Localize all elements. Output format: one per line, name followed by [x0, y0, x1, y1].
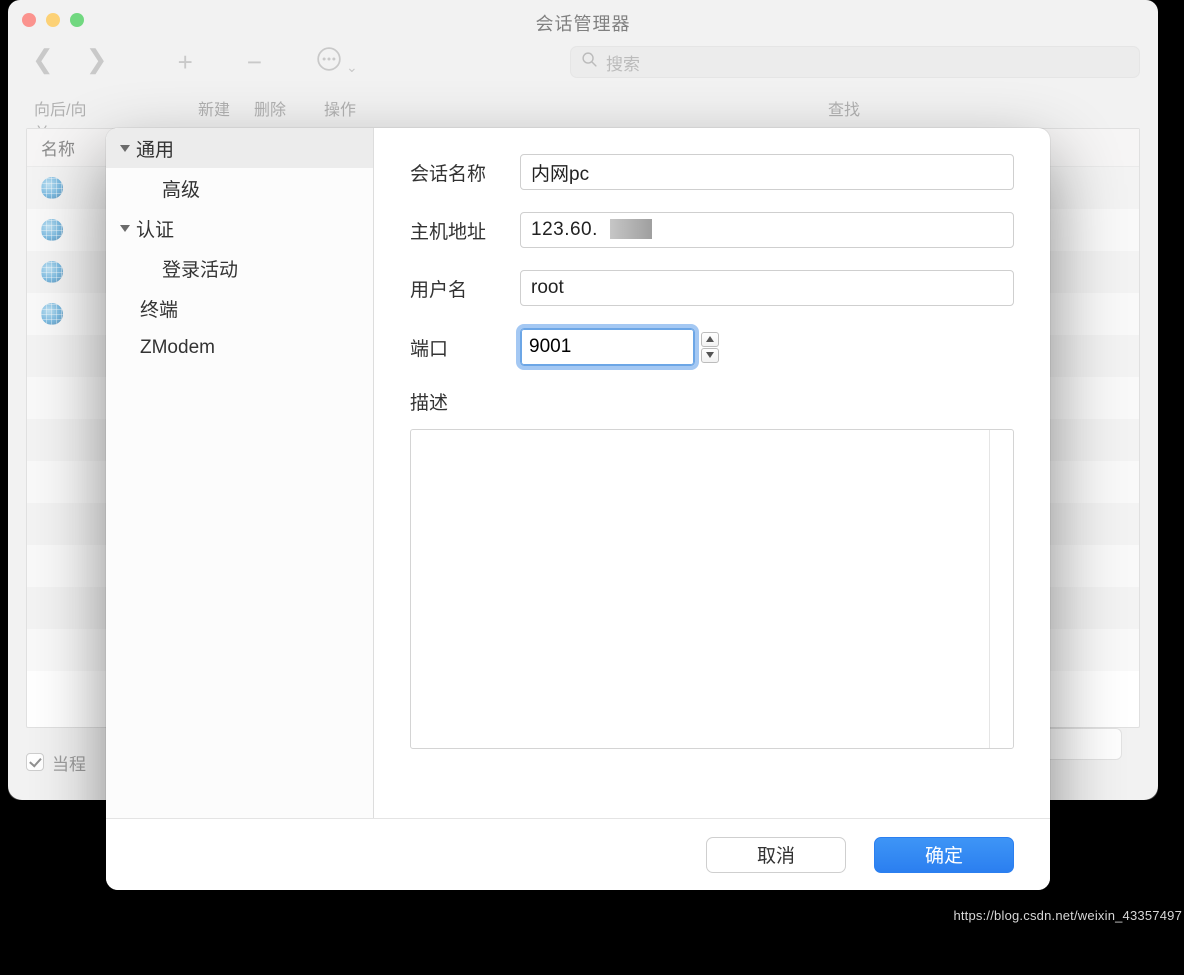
globe-icon [41, 261, 63, 283]
chevron-down-icon [120, 145, 130, 152]
port-label: 端口 [410, 334, 520, 361]
globe-icon [41, 303, 63, 325]
startup-checkbox[interactable] [26, 753, 44, 771]
username-label: 用户名 [410, 275, 520, 302]
sidebar-label: 认证 [136, 215, 174, 242]
host-label: 主机地址 [410, 217, 520, 244]
session-name-input[interactable] [520, 154, 1014, 190]
minus-icon[interactable]: − [247, 49, 262, 75]
sidebar-label: 高级 [162, 175, 200, 202]
window-title: 会话管理器 [8, 10, 1158, 36]
sidebar-label: ZModem [140, 337, 215, 359]
action-menu[interactable]: ⌄ [316, 46, 358, 77]
sidebar-label: 通用 [136, 135, 174, 162]
cancel-button[interactable]: 取消 [706, 837, 846, 873]
settings-form: 会话名称 主机地址 用户名 端口 [374, 128, 1050, 818]
add-icon[interactable]: + [178, 49, 193, 75]
titlebar: 会话管理器 [8, 0, 1158, 40]
forward-icon[interactable]: ❯ [86, 46, 108, 72]
sidebar-item-auth[interactable]: 认证 [106, 208, 373, 248]
sidebar-item-login-activity[interactable]: 登录活动 [106, 248, 373, 288]
session-name-label: 会话名称 [410, 159, 520, 186]
username-input[interactable] [520, 270, 1014, 306]
settings-sidebar: 通用 高级 认证 登录活动 终端 ZModem [106, 128, 374, 818]
globe-icon [41, 177, 63, 199]
back-icon[interactable]: ❮ [32, 46, 54, 72]
sidebar-label: 登录活动 [162, 255, 238, 282]
nav-group: ❮ ❯ [32, 46, 108, 72]
footer-button[interactable] [1042, 728, 1122, 760]
toolbar: ❮ ❯ + − ⌄ 搜索 [8, 40, 1158, 98]
chevron-down-icon [120, 225, 130, 232]
search-icon [581, 51, 598, 73]
sidebar-item-zmodem[interactable]: ZModem [106, 328, 373, 368]
description-textarea[interactable] [410, 429, 1014, 749]
sidebar-item-advanced[interactable]: 高级 [106, 168, 373, 208]
description-label: 描述 [410, 388, 1014, 415]
port-step-down[interactable] [701, 348, 719, 363]
watermark-text: https://blog.csdn.net/weixin_43357497 [953, 908, 1182, 923]
sidebar-item-terminal[interactable]: 终端 [106, 288, 373, 328]
port-stepper [701, 332, 719, 363]
search-field[interactable]: 搜索 [570, 46, 1140, 78]
sidebar-label: 终端 [140, 295, 178, 322]
search-placeholder: 搜索 [606, 50, 640, 75]
triangle-up-icon [706, 336, 714, 342]
port-input[interactable] [520, 328, 695, 366]
triangle-down-icon [706, 352, 714, 358]
sidebar-item-general[interactable]: 通用 [106, 128, 373, 168]
chevron-down-icon: ⌄ [346, 59, 358, 75]
port-step-up[interactable] [701, 332, 719, 347]
session-edit-sheet: 通用 高级 认证 登录活动 终端 ZModem 会话名称 [106, 128, 1050, 890]
scrollbar[interactable] [989, 430, 1013, 748]
sheet-footer: 取消 确定 [106, 818, 1050, 890]
redacted-block [610, 219, 652, 239]
ok-button[interactable]: 确定 [874, 837, 1014, 873]
button-label: 确定 [925, 841, 963, 868]
globe-icon [41, 219, 63, 241]
button-label: 取消 [757, 841, 795, 868]
startup-checkbox-label: 当程 [52, 750, 86, 775]
host-input[interactable] [520, 212, 1014, 248]
ellipsis-circle-icon [316, 46, 342, 72]
